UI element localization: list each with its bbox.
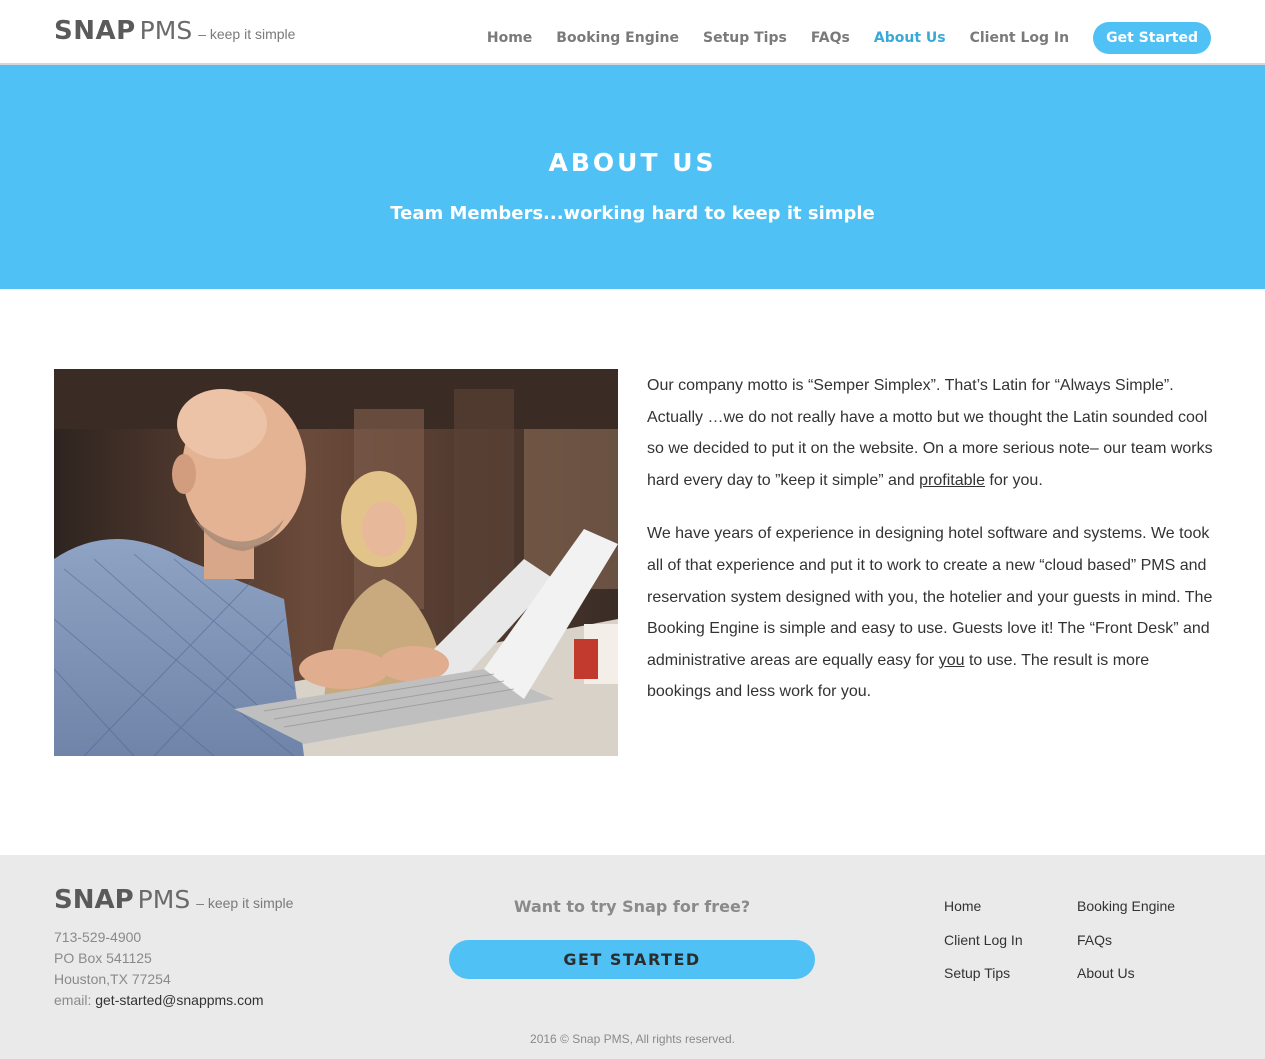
team-photo	[54, 369, 618, 756]
nav-client-log-in[interactable]: Client Log In	[970, 30, 1070, 46]
about-copy: Our company motto is “Semper Simplex”. T…	[647, 370, 1217, 730]
get-started-button[interactable]: Get Started	[1093, 22, 1211, 54]
site-footer: SNAP PMS – keep it simple 713-529-4900 P…	[0, 855, 1265, 1059]
footer-link-faqs[interactable]: FAQs	[1077, 930, 1217, 951]
paragraph-1-text-end: for you.	[984, 471, 1043, 489]
about-paragraph-2: We have years of experience in designing…	[647, 518, 1217, 708]
email-label: email:	[54, 992, 96, 1008]
phone: 713-529-4900	[54, 929, 142, 945]
footer-link-setup-tips[interactable]: Setup Tips	[944, 963, 1077, 984]
nav-about-us[interactable]: About Us	[874, 30, 946, 46]
logo-tagline: – keep it simple	[198, 26, 296, 42]
profitable-link[interactable]: profitable	[919, 472, 985, 489]
page-title: ABOUT US	[548, 148, 717, 177]
nav-faqs[interactable]: FAQs	[811, 30, 850, 46]
footer-cta-text: Want to try Snap for free?	[513, 897, 751, 916]
you-emphasis: you	[938, 651, 965, 669]
nav-setup-tips[interactable]: Setup Tips	[703, 30, 787, 46]
footer-contact: 713-529-4900 PO Box 541125 Houston,TX 77…	[54, 927, 264, 1011]
footer-logo-brand-light: PMS	[137, 885, 191, 914]
site-header: SNAP PMS – keep it simple Home Booking E…	[0, 0, 1265, 65]
email-line: email: get-started@snappms.com	[54, 990, 264, 1011]
footer-link-booking-engine[interactable]: Booking Engine	[1077, 896, 1217, 917]
footer-link-client-log-in[interactable]: Client Log In	[944, 930, 1077, 951]
logo[interactable]: SNAP PMS – keep it simple	[54, 16, 295, 46]
city: Houston,TX 77254	[54, 971, 171, 987]
main-nav: Home Booking Engine Setup Tips FAQs Abou…	[463, 22, 1211, 54]
footer-logo-brand-bold: SNAP	[54, 885, 134, 915]
footer-get-started-button[interactable]: GET STARTED	[449, 940, 815, 979]
logo-brand-light: PMS	[139, 16, 193, 45]
po-box: PO Box 541125	[54, 950, 152, 966]
footer-logo[interactable]: SNAP PMS – keep it simple	[54, 885, 293, 915]
footer-links: Home Booking Engine Client Log In FAQs S…	[944, 896, 1217, 984]
email-link[interactable]: get-started@snappms.com	[95, 992, 263, 1008]
hero-banner: ABOUT US Team Members...working hard to …	[0, 65, 1265, 289]
footer-link-about-us[interactable]: About Us	[1077, 963, 1217, 984]
footer-logo-tagline: – keep it simple	[196, 895, 294, 911]
nav-booking-engine[interactable]: Booking Engine	[556, 30, 679, 46]
logo-brand-bold: SNAP	[54, 16, 136, 46]
paragraph-2-text: We have years of experience in designing…	[647, 525, 1213, 669]
copyright: 2016 © Snap PMS, All rights reserved.	[530, 1032, 735, 1046]
nav-home[interactable]: Home	[487, 30, 532, 46]
page-subtitle: Team Members...working hard to keep it s…	[390, 203, 875, 224]
footer-link-home[interactable]: Home	[944, 896, 1077, 917]
about-paragraph-1: Our company motto is “Semper Simplex”. T…	[647, 370, 1217, 496]
